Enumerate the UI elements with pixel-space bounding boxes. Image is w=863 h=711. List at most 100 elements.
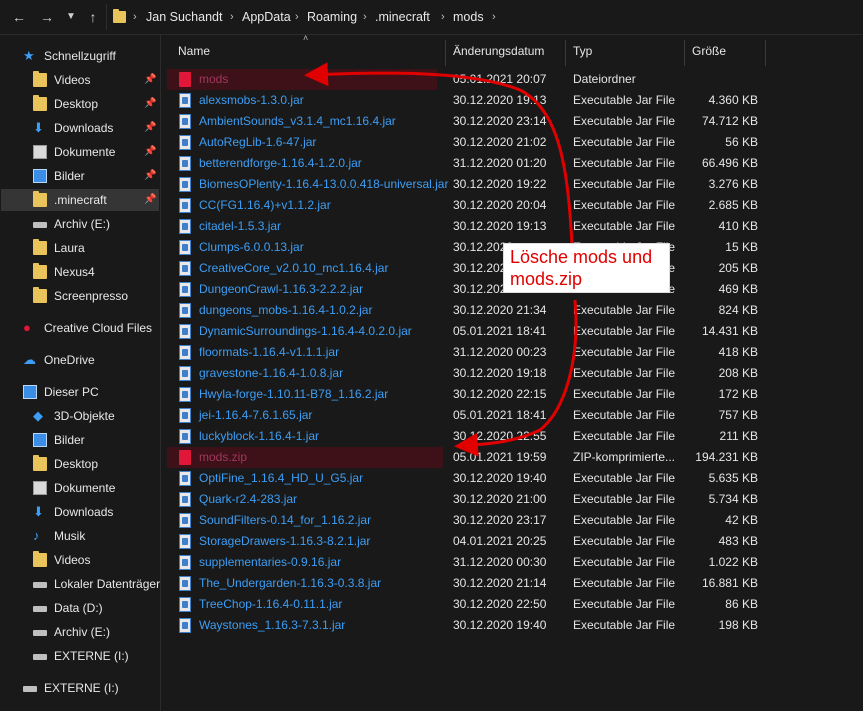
- sidebar-item[interactable]: Archiv (E:): [1, 621, 159, 643]
- table-row[interactable]: BiomesOPlenty-1.16.4-13.0.0.418-universa…: [167, 174, 758, 195]
- column-header-size[interactable]: Größe: [692, 35, 726, 67]
- breadcrumb-separator-icon: ›: [492, 11, 496, 23]
- table-row[interactable]: StorageDrawers-1.16.3-8.2.1.jar 04.01.202…: [167, 531, 758, 552]
- up-arrow-icon[interactable]: ↑: [84, 7, 102, 27]
- table-row[interactable]: citadel-1.5.3.jar 30.12.2020 19:13 Executa…: [167, 216, 758, 237]
- column-divider[interactable]: [445, 40, 446, 66]
- file-type: Executable Jar File: [573, 492, 676, 506]
- sidebar-item[interactable]: Videos 📌: [1, 69, 159, 91]
- table-row[interactable]: CC(FG1.16.4)+v1.1.2.jar 30.12.2020 20:04 E…: [167, 195, 758, 216]
- pin-icon[interactable]: 📌: [144, 165, 156, 187]
- pin-icon[interactable]: 📌: [144, 141, 156, 163]
- sidebar-item[interactable]: Dokumente 📌: [1, 141, 159, 163]
- file-size: 1.022 KB: [708, 555, 758, 569]
- sidebar-item[interactable]: EXTERNE (I:): [1, 645, 159, 667]
- sidebar-item[interactable]: EXTERNE (I:): [1, 677, 159, 699]
- file-details: 04.01.2021 20:25 Executable Jar File 483 K…: [161, 531, 863, 552]
- file-size: 16.881 KB: [701, 576, 758, 590]
- pin-icon[interactable]: 📌: [144, 93, 156, 115]
- file-size: 86 KB: [725, 597, 758, 611]
- table-row[interactable]: DynamicSurroundings-1.16.4-4.0.2.0.jar 05…: [167, 321, 758, 342]
- file-date: 30.12.2020 21:02: [453, 135, 547, 149]
- table-row[interactable]: mods.zip 05.01.2021 19:59 ZIP-komprimierte…: [167, 447, 758, 468]
- pin-icon[interactable]: 📌: [144, 117, 156, 139]
- file-date: 30.12.2020 21:14: [453, 576, 547, 590]
- sidebar-item[interactable]: Videos: [1, 549, 159, 571]
- sidebar-item[interactable]: Dieser PC: [1, 381, 159, 403]
- sidebar-item[interactable]: Desktop 📌: [1, 93, 159, 115]
- sidebar-item-label: Downloads: [54, 121, 114, 135]
- sidebar-item[interactable]: Nexus4: [1, 261, 159, 283]
- table-row[interactable]: Quark-r2.4-283.jar 30.12.2020 21:00 Execut…: [167, 489, 758, 510]
- sidebar-item[interactable]: Screenpresso: [1, 285, 159, 307]
- sidebar-item[interactable]: ★ Schnellzugriff: [1, 45, 159, 67]
- column-divider[interactable]: [684, 40, 685, 66]
- sidebar-item[interactable]: ● Creative Cloud Files: [1, 317, 159, 339]
- table-row[interactable]: Hwyla-forge-1.10.11-B78_1.16.2.jar 30.12.…: [167, 384, 758, 405]
- table-row[interactable]: TreeChop-1.16.4-0.11.1.jar 30.12.2020 22:…: [167, 594, 758, 615]
- sidebar-item[interactable]: ◆ 3D-Objekte: [1, 405, 159, 427]
- sidebar-item[interactable]: Archiv (E:): [1, 213, 159, 235]
- forward-arrow-icon[interactable]: →: [38, 7, 56, 27]
- table-row[interactable]: dungeons_mobs-1.16.4-1.0.2.jar 30.12.2020…: [167, 300, 758, 321]
- breadcrumb-item[interactable]: Roaming: [307, 4, 357, 30]
- sidebar-item[interactable]: ⬇ Downloads: [1, 501, 159, 523]
- pictures-icon: [33, 169, 47, 183]
- table-row[interactable]: supplementaries-0.9.16.jar 31.12.2020 00:…: [167, 552, 758, 573]
- file-size: 211 KB: [719, 429, 758, 443]
- sidebar-item[interactable]: Laura: [1, 237, 159, 259]
- table-row[interactable]: betterendforge-1.16.4-1.2.0.jar 31.12.202…: [167, 153, 758, 174]
- sidebar-item-label: Archiv (E:): [54, 217, 111, 231]
- drive-icon: [33, 606, 47, 612]
- computer-icon: [23, 385, 37, 399]
- desktop-folder-icon: [33, 95, 47, 111]
- table-row[interactable]: The_Undergarden-1.16.3-0.3.8.jar 30.12.20…: [167, 573, 758, 594]
- table-row[interactable]: AutoRegLib-1.6-47.jar 30.12.2020 21:02 Exe…: [167, 132, 758, 153]
- sidebar-item[interactable]: ♪ Musik: [1, 525, 159, 547]
- address-bar-area: ← → ▼ ↑ › Jan Suchandt › AppData › Roami…: [0, 0, 863, 35]
- table-row[interactable]: jei-1.16.4-7.6.1.65.jar 05.01.2021 18:41 E…: [167, 405, 758, 426]
- table-row[interactable]: luckyblock-1.16.4-1.jar 30.12.2020 22:55 E…: [167, 426, 758, 447]
- file-type: Executable Jar File: [573, 429, 676, 443]
- table-row[interactable]: gravestone-1.16.4-1.0.8.jar 30.12.2020 19…: [167, 363, 758, 384]
- pin-icon[interactable]: 📌: [144, 69, 156, 91]
- column-divider[interactable]: [765, 40, 766, 66]
- sidebar-item[interactable]: Lokaler Datenträger: [1, 573, 160, 595]
- file-date: 31.12.2020 01:20: [453, 156, 547, 170]
- breadcrumb-item[interactable]: .minecraft: [375, 4, 430, 30]
- file-details: 05.01.2021 20:07 Dateiordner: [161, 69, 863, 90]
- table-row[interactable]: AmbientSounds_v3.1.4_mc1.16.4.jar 30.12.2…: [167, 111, 758, 132]
- sidebar-item[interactable]: Desktop: [1, 453, 159, 475]
- table-row[interactable]: floormats-1.16.4-v1.1.1.jar 31.12.2020 00…: [167, 342, 758, 363]
- table-row[interactable]: alexsmobs-1.3.0.jar 30.12.2020 19:13 Execu…: [167, 90, 758, 111]
- table-row[interactable]: Waystones_1.16.3-7.3.1.jar 30.12.2020 19:…: [167, 615, 758, 636]
- breadcrumb-separator-icon: ›: [363, 11, 367, 23]
- breadcrumb-item[interactable]: AppData: [242, 4, 291, 30]
- file-type: Dateiordner: [573, 72, 636, 86]
- address-box[interactable]: › Jan Suchandt › AppData › Roaming › .mi…: [106, 4, 863, 30]
- table-row[interactable]: OptiFine_1.16.4_HD_U_G5.jar 30.12.2020 19…: [167, 468, 758, 489]
- sidebar-item[interactable]: Data (D:): [1, 597, 159, 619]
- sidebar-item[interactable]: Bilder: [1, 429, 159, 451]
- pin-icon[interactable]: 📌: [144, 189, 156, 211]
- column-divider[interactable]: [565, 40, 566, 66]
- drive-icon: [23, 686, 37, 692]
- back-arrow-icon[interactable]: ←: [10, 7, 28, 27]
- breadcrumb-item[interactable]: Jan Suchandt: [146, 4, 222, 30]
- table-row[interactable]: SoundFilters-0.14_for_1.16.2.jar 30.12.20…: [167, 510, 758, 531]
- sidebar-item[interactable]: ⬇ Downloads 📌: [1, 117, 159, 139]
- breadcrumb-item[interactable]: mods: [453, 4, 484, 30]
- sidebar-item[interactable]: ☁ OneDrive: [1, 349, 159, 371]
- sidebar-item[interactable]: .minecraft 📌: [1, 189, 159, 211]
- desktop-folder-icon: [33, 455, 47, 471]
- file-details: 30.12.2020 19:13 Executable Jar File 410 K…: [161, 216, 863, 237]
- file-type: Executable Jar File: [573, 219, 676, 233]
- sidebar-item[interactable]: Bilder 📌: [1, 165, 159, 187]
- column-header-type[interactable]: Typ: [573, 35, 592, 67]
- sidebar-item-label: EXTERNE (I:): [44, 681, 119, 695]
- column-header-name[interactable]: Name: [178, 35, 210, 67]
- recent-locations-chevron-icon[interactable]: ▼: [64, 7, 78, 27]
- sidebar-item[interactable]: Dokumente: [1, 477, 159, 499]
- column-header-date[interactable]: Änderungsdatum: [453, 35, 544, 67]
- folder-row[interactable]: mods 05.01.2021 20:07 Dateiordner: [167, 69, 636, 90]
